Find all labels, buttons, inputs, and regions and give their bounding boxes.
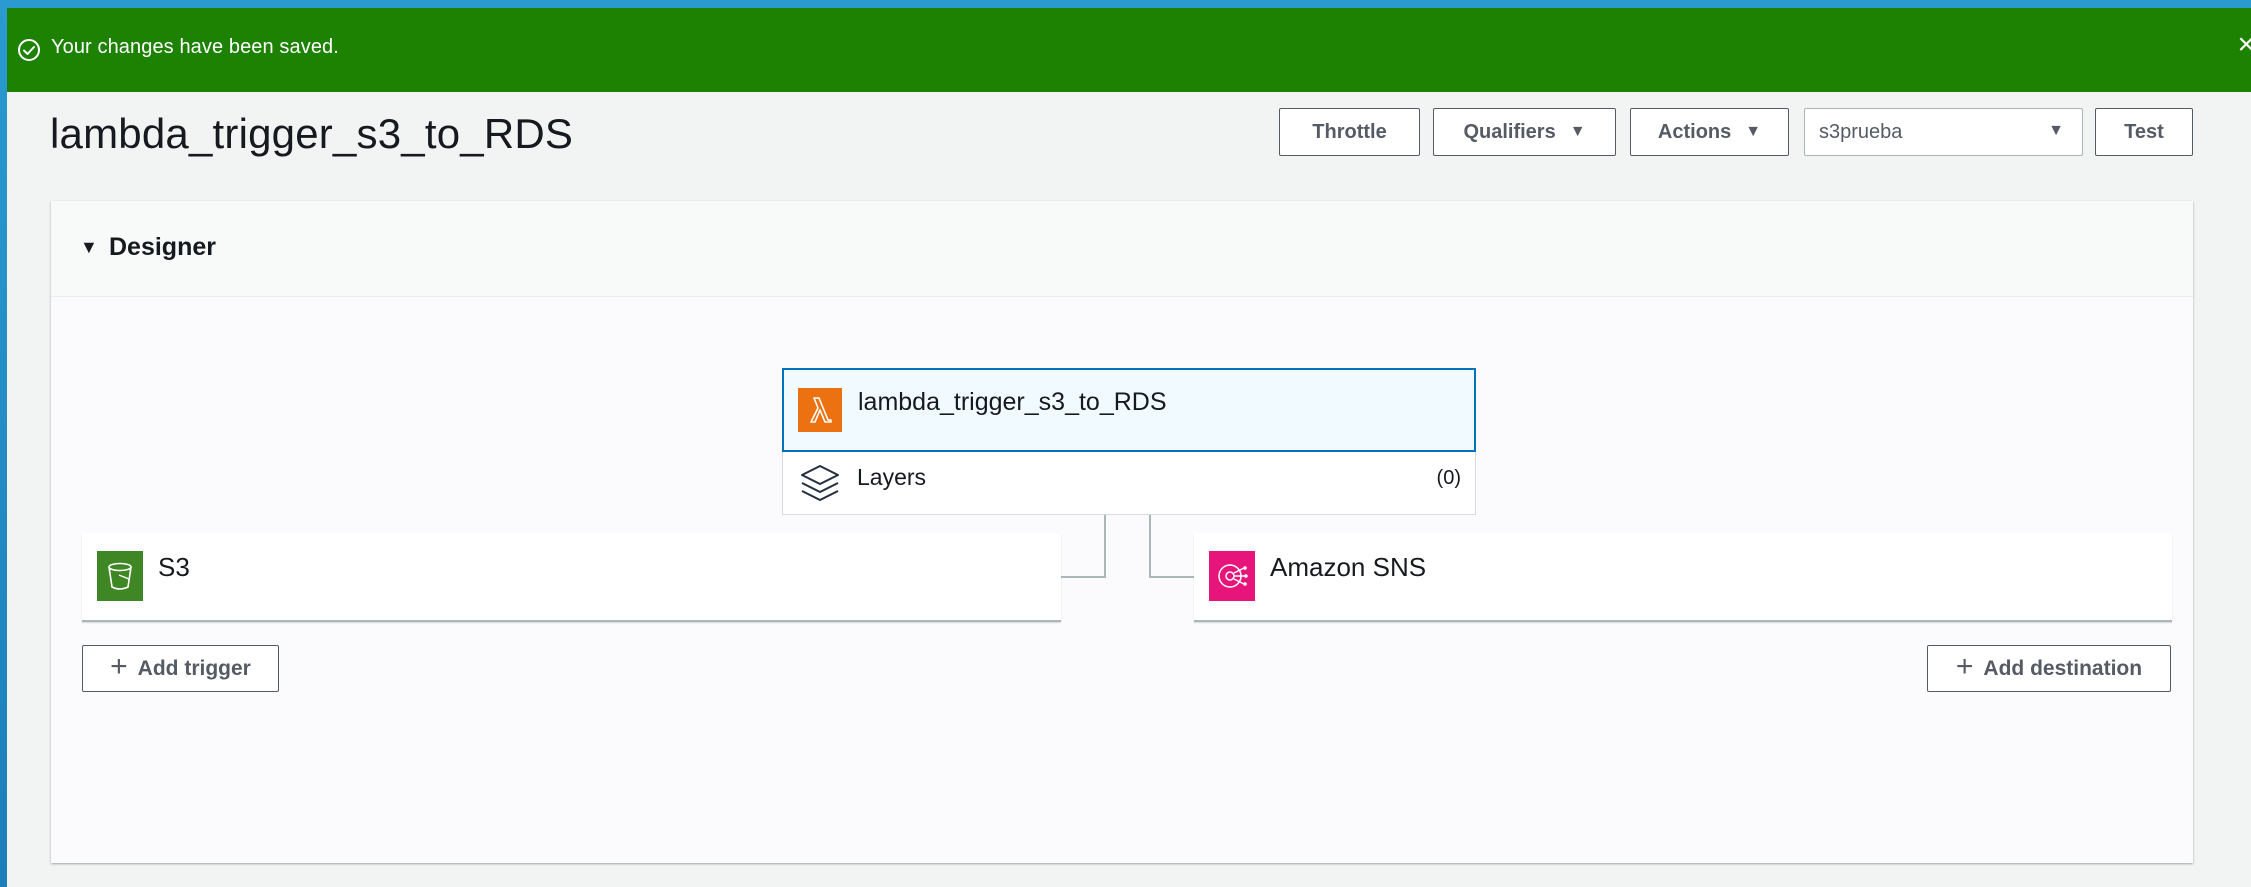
connector-line [1149,576,1194,578]
add-trigger-button[interactable]: + Add trigger [82,645,279,692]
collapse-triangle-icon[interactable]: ▼ [80,237,98,258]
qualifiers-button-label: Qualifiers [1463,120,1556,143]
close-flash-icon[interactable]: × [2237,30,2251,60]
page-title: lambda_trigger_s3_to_RDS [50,110,574,157]
add-destination-label: Add destination [1983,656,2143,680]
function-card[interactable]: lambda_trigger_s3_to_RDS [782,368,1476,452]
sns-icon-glyph [1218,564,1248,588]
designer-title[interactable]: Designer [109,233,216,262]
lambda-console-window: Your changes have been saved. × lambda_t… [7,8,2251,887]
connector-line [1104,515,1106,578]
designer-panel: ▼ Designer lambda_trigger_s3_to_RDS Laye [51,201,2193,863]
test-event-select-value: s3prueba [1819,120,1903,143]
qualifiers-dropdown-button[interactable]: Qualifiers ▼ [1433,108,1616,156]
plus-icon: + [1955,650,1974,683]
layers-count: (0) [1436,467,1461,489]
layers-icon [801,465,839,501]
plus-icon: + [110,650,128,683]
test-event-select[interactable]: s3prueba ▼ [1804,108,2083,156]
sns-icon [1209,551,1255,601]
function-card-name: lambda_trigger_s3_to_RDS [858,388,1167,416]
destination-label: Amazon SNS [1270,552,1427,582]
layers-label: Layers [857,464,927,490]
add-destination-button[interactable]: + Add destination [1927,645,2171,692]
lambda-icon [798,388,842,432]
destination-card-sns[interactable]: Amazon SNS [1194,533,2172,622]
designer-panel-header[interactable]: ▼ Designer [51,201,2193,297]
check-circle-icon [18,39,40,61]
caret-down-icon: ▼ [1569,123,1586,140]
actions-dropdown-button[interactable]: Actions ▼ [1630,108,1789,156]
layers-row[interactable]: Layers (0) [782,452,1476,515]
throttle-button-label: Throttle [1312,120,1387,143]
caret-down-icon: ▼ [1745,123,1762,140]
lambda-icon-glyph [810,397,832,423]
connector-line [1061,576,1106,578]
caret-down-icon: ▼ [2048,122,2064,139]
trigger-label: S3 [158,552,190,582]
s3-bucket-icon-glyph [108,562,132,590]
add-trigger-label: Add trigger [137,656,251,680]
test-button-label: Test [2124,120,2164,143]
flash-message: Your changes have been saved. [51,36,339,58]
test-button[interactable]: Test [2095,108,2193,156]
success-flash-banner: Your changes have been saved. × [7,8,2251,92]
s3-bucket-icon [97,551,143,601]
throttle-button[interactable]: Throttle [1279,108,1420,156]
trigger-card-s3[interactable]: S3 [82,533,1061,622]
actions-button-label: Actions [1657,120,1732,143]
connector-line [1149,515,1151,578]
